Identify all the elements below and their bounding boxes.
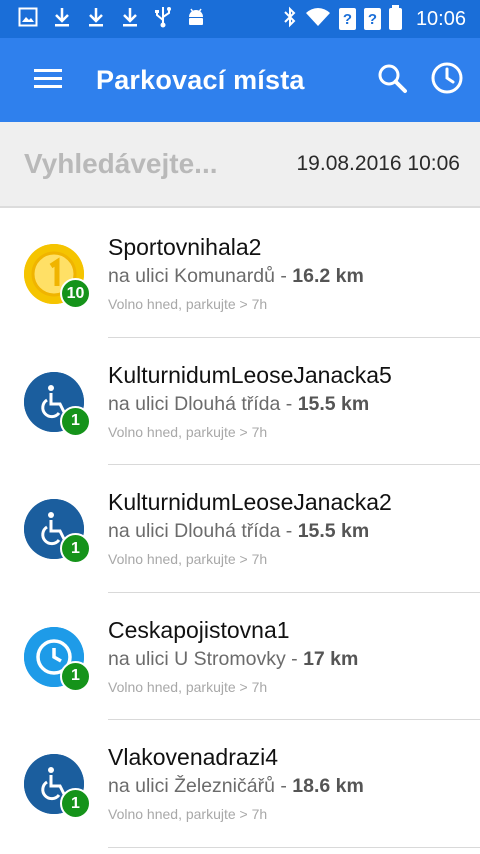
unknown-sim-icon: ? (338, 8, 356, 30)
availability-badge: 1 (60, 405, 91, 437)
image-icon (18, 7, 38, 32)
parking-name: Sportovnihala2 (108, 234, 262, 260)
parking-address: na ulici Dlouhá třída - 15.5 km (108, 392, 370, 415)
clock-icon[interactable] (430, 61, 464, 100)
parking-list: 10 Sportovnihala2 na ulici Komunardů - 1… (0, 210, 480, 848)
availability-badge: 1 (60, 788, 91, 819)
battery-icon (388, 5, 402, 30)
parking-status: Volno hned, parkujte > 7h (108, 551, 268, 567)
app-bar: Parkovací místa (0, 38, 480, 122)
parking-name: KulturnidumLeoseJanacka2 (108, 489, 392, 515)
parking-name: Ceskapojistovna1 (108, 616, 290, 643)
parking-address: na ulici Železničářů - 18.6 km (108, 775, 364, 797)
parking-distance: 17 km (303, 647, 359, 670)
parking-distance: 15.5 km (297, 520, 370, 542)
android-icon (186, 6, 206, 33)
date-time-display[interactable]: 19.08.2016 10:06 (297, 152, 480, 176)
search-bar: 19.08.2016 10:06 (0, 122, 480, 208)
download-icon (120, 6, 140, 33)
list-item[interactable]: 1 Ceskapojistovna1 na ulici U Stromovky … (0, 593, 480, 720)
parking-name: KulturnidumLeoseJanacka5 (108, 361, 392, 388)
system-icons: ? ? 10:06 (283, 5, 480, 33)
status-bar: ? ? 10:06 (0, 0, 480, 38)
parking-distance: 15.5 km (297, 392, 370, 415)
parking-status: Volno hned, parkujte > 7h (108, 423, 268, 440)
parking-status: Volno hned, parkujte > 7h (108, 678, 268, 695)
download-icon (86, 6, 106, 33)
list-item[interactable]: 1 KulturnidumLeoseJanacka5 na ulici Dlou… (0, 338, 480, 465)
list-item[interactable]: 1 Vlakovenadrazi4 na ulici Železničářů -… (0, 720, 480, 848)
notification-icons (0, 6, 206, 33)
parking-address: na ulici Dlouhá třída - 15.5 km (108, 520, 370, 542)
parking-status: Volno hned, parkujte > 7h (108, 806, 268, 822)
search-icon[interactable] (376, 62, 408, 99)
parking-distance: 16.2 km (292, 265, 364, 287)
availability-badge: 1 (60, 660, 91, 692)
list-item[interactable]: 1 KulturnidumLeoseJanacka2 na ulici Dlou… (0, 465, 480, 593)
list-item[interactable]: 10 Sportovnihala2 na ulici Komunardů - 1… (0, 210, 480, 338)
parking-address: na ulici U Stromovky - 17 km (108, 647, 359, 670)
bluetooth-icon (283, 6, 297, 33)
status-time: 10:06 (415, 7, 466, 30)
menu-icon (33, 67, 63, 94)
availability-badge: 10 (60, 278, 91, 309)
search-input[interactable] (0, 134, 280, 194)
parking-distance: 18.6 km (292, 775, 364, 797)
download-icon (52, 6, 72, 33)
unknown-sim-icon: ? (363, 8, 381, 30)
parking-status: Volno hned, parkujte > 7h (108, 296, 268, 312)
availability-badge: 1 (60, 533, 91, 564)
divider (108, 846, 480, 848)
usb-icon (154, 6, 172, 33)
parking-name: Vlakovenadrazi4 (108, 744, 279, 770)
menu-button[interactable] (0, 38, 96, 122)
page-title: Parkovací místa (96, 64, 305, 95)
wifi-icon (305, 7, 331, 32)
parking-address: na ulici Komunardů - 16.2 km (108, 265, 364, 287)
